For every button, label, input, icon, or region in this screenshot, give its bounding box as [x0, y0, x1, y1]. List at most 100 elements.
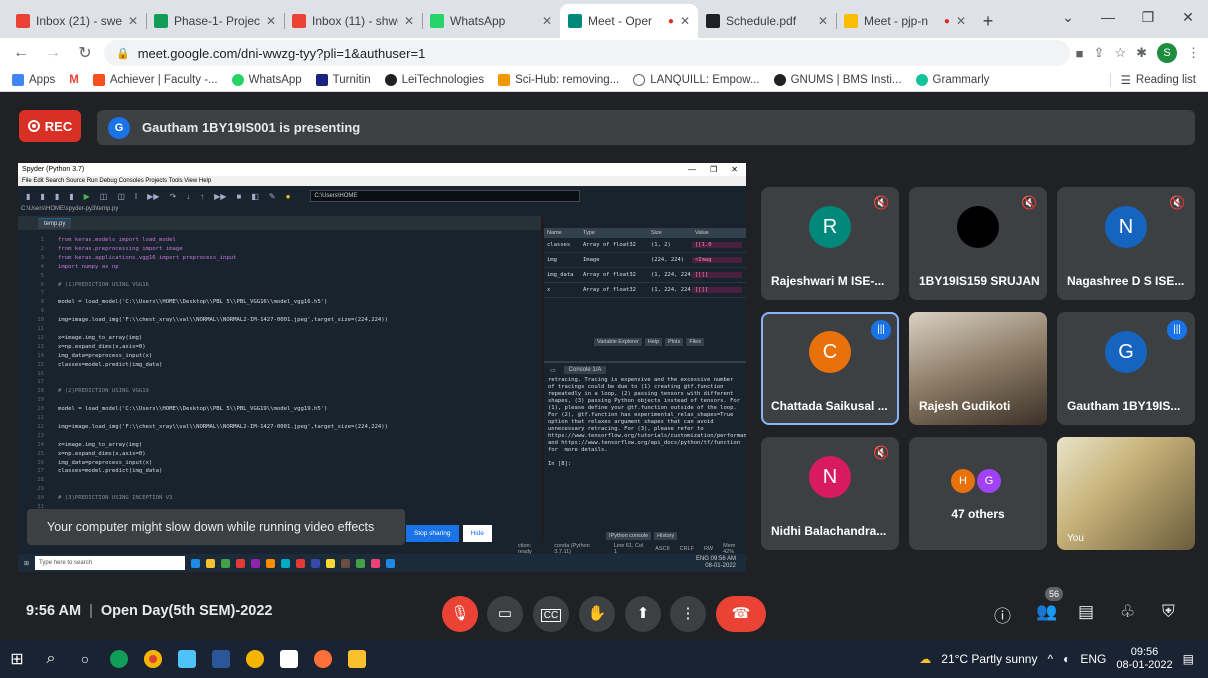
column-header: Value: [695, 230, 709, 236]
bookmark-leitechnologies[interactable]: LeiTechnologies: [384, 73, 484, 86]
taskbar-file[interactable]: [272, 640, 306, 678]
system-clock[interactable]: 09:56 08-01-2022: [1116, 646, 1172, 672]
close-tab-icon[interactable]: ✕: [680, 14, 690, 28]
leave-call-button[interactable]: ☎: [716, 596, 766, 632]
bookmark-grammarly[interactable]: Grammarly: [915, 73, 989, 86]
network-icon[interactable]: ◐: [1063, 652, 1070, 666]
close-tab-icon[interactable]: ✕: [266, 14, 276, 28]
tab-search-icon[interactable]: ⌄: [1048, 0, 1088, 34]
status-item: Line 61, Col 1: [613, 542, 644, 555]
participant-name: Nidhi Balachandra...: [771, 524, 887, 538]
present-icon: ⬆: [636, 605, 650, 622]
participant-tile[interactable]: 🔇 1BY19IS159 SRUJAN: [909, 187, 1047, 300]
mic-off-button[interactable]: 🎙: [442, 596, 478, 632]
tab-title: Meet - pjp-n: [864, 14, 929, 28]
bookmark-achiever[interactable]: Achiever | Faculty -...: [92, 73, 218, 86]
bookmark-gnums[interactable]: GNUMS | BMS Insti...: [773, 73, 902, 86]
browser-tab[interactable]: Inbox (11) - shwe ✕: [284, 4, 422, 38]
more-options-button[interactable]: ⋮: [670, 596, 706, 632]
participant-name: Gautham 1BY19IS...: [1067, 399, 1181, 413]
participant-tile[interactable]: C ||| Chattada Saikusal ...: [761, 312, 899, 425]
whatsapp-icon: [231, 73, 244, 86]
stop-sharing-button[interactable]: Stop sharing: [406, 525, 459, 542]
close-tab-icon[interactable]: ✕: [956, 14, 966, 28]
taskbar-app[interactable]: [170, 640, 204, 678]
browser-tab[interactable]: Meet - Oper ● ✕: [560, 4, 698, 38]
bookmark-apps[interactable]: Apps: [12, 73, 55, 86]
line-number: 19: [37, 397, 44, 404]
taskbar-chrome-2[interactable]: [238, 640, 272, 678]
browser-tab[interactable]: Phase-1- Project ✕: [146, 4, 284, 38]
search-button[interactable]: ⌕: [34, 640, 68, 678]
chevron-up-icon[interactable]: ^: [1047, 652, 1053, 666]
menu-kebab-icon[interactable]: ⋮: [1187, 45, 1200, 61]
bookmark-star-icon[interactable]: ☆: [1114, 45, 1126, 61]
code-line: classes=model.predict(img_data): [58, 361, 163, 368]
browser-tab[interactable]: WhatsApp ✕: [422, 4, 560, 38]
people-icon[interactable]: 👥: [1036, 602, 1057, 622]
spyder-menu-bar: File Edit Search Source Run Debug Consol…: [18, 176, 746, 186]
avatar: G: [977, 469, 1001, 493]
code-line: classes=model.predict(img_data): [58, 468, 163, 475]
gmail-bookmark[interactable]: M: [69, 74, 79, 86]
taskbar-firefox[interactable]: [306, 640, 340, 678]
participant-tile[interactable]: N 🔇 Nagashree D S ISE...: [1057, 187, 1195, 300]
notifications-icon[interactable]: ▤: [1183, 652, 1194, 666]
camera-button[interactable]: ▭: [487, 596, 523, 632]
captions-button[interactable]: CC: [533, 596, 569, 632]
bookmark-lanquill[interactable]: LANQUILL: Empow...: [633, 73, 760, 86]
camera-icon: ▭: [497, 605, 513, 622]
camera-icon[interactable]: ■: [1076, 46, 1084, 61]
extensions-icon[interactable]: ✱: [1136, 45, 1147, 61]
close-button[interactable]: ✕: [1168, 0, 1208, 34]
new-tab-button[interactable]: +: [974, 4, 1002, 38]
taskbar-chrome[interactable]: [136, 640, 170, 678]
line-number: 25: [37, 450, 44, 457]
chat-icon[interactable]: ▤: [1078, 602, 1094, 622]
participant-tile[interactable]: N 🔇 Nidhi Balachandra...: [761, 437, 899, 550]
language-indicator[interactable]: ENG: [1080, 652, 1106, 666]
participant-tile[interactable]: You: [1057, 437, 1195, 550]
taskbar-word[interactable]: [204, 640, 238, 678]
taskbar-explorer[interactable]: [340, 640, 374, 678]
close-tab-icon[interactable]: ✕: [128, 14, 138, 28]
browser-tab[interactable]: Schedule.pdf ✕: [698, 4, 836, 38]
weather-text[interactable]: 21°C Partly sunny: [941, 652, 1037, 666]
hide-button[interactable]: Hide: [462, 525, 492, 542]
profile-avatar[interactable]: S: [1157, 43, 1177, 63]
restore-button[interactable]: ❐: [1128, 0, 1168, 34]
reading-list-button[interactable]: ☰ Reading list: [1109, 72, 1196, 87]
participant-tile[interactable]: Rajesh Gudikoti: [909, 312, 1047, 425]
bookmark-whatsapp[interactable]: WhatsApp: [231, 73, 302, 86]
recording-dot-icon: ●: [943, 15, 950, 27]
cortana-button[interactable]: ○: [68, 640, 102, 678]
present-button[interactable]: ⬆: [625, 596, 661, 632]
forward-button[interactable]: →: [40, 44, 66, 62]
share-icon[interactable]: ⇪: [1094, 45, 1105, 61]
close-tab-icon[interactable]: ✕: [542, 14, 552, 28]
participant-tile[interactable]: R 🔇 Rajeshwari M ISE-...: [761, 187, 899, 300]
bookmark-scihub[interactable]: Sci-Hub: removing...: [498, 73, 619, 86]
close-tab-icon[interactable]: ✕: [818, 14, 828, 28]
info-icon[interactable]: ⓘ: [994, 602, 1011, 627]
participant-tile[interactable]: G ||| Gautham 1BY19IS...: [1057, 312, 1195, 425]
taskbar-edge[interactable]: [102, 640, 136, 678]
browser-tab[interactable]: Inbox (21) - swet ✕: [8, 4, 146, 38]
reload-button[interactable]: ↻: [72, 43, 98, 63]
back-button[interactable]: ←: [8, 44, 34, 62]
host-controls-icon[interactable]: ⛨: [1162, 602, 1175, 622]
globe-icon: [633, 73, 646, 86]
close-tab-icon[interactable]: ✕: [404, 14, 414, 28]
start-button[interactable]: ⊞: [0, 640, 34, 678]
raise-hand-button[interactable]: ✋: [579, 596, 615, 632]
activities-icon[interactable]: ♧: [1120, 602, 1135, 622]
status-item: ction: ready: [518, 542, 532, 555]
recording-indicator[interactable]: REC: [19, 110, 81, 142]
url-input[interactable]: 🔒 meet.google.com/dni-wwzg-tyy?pli=1&aut…: [104, 40, 1070, 66]
table-cell: [[1.0: [692, 242, 742, 248]
participant-tile[interactable]: H G 47 others: [909, 437, 1047, 550]
browser-tab[interactable]: Meet - pjp-n ● ✕: [836, 4, 974, 38]
minimize-button[interactable]: —: [1088, 0, 1128, 34]
participant-name: 1BY19IS159 SRUJAN: [919, 274, 1039, 288]
bookmark-turnitin[interactable]: Turnitin: [315, 73, 371, 86]
